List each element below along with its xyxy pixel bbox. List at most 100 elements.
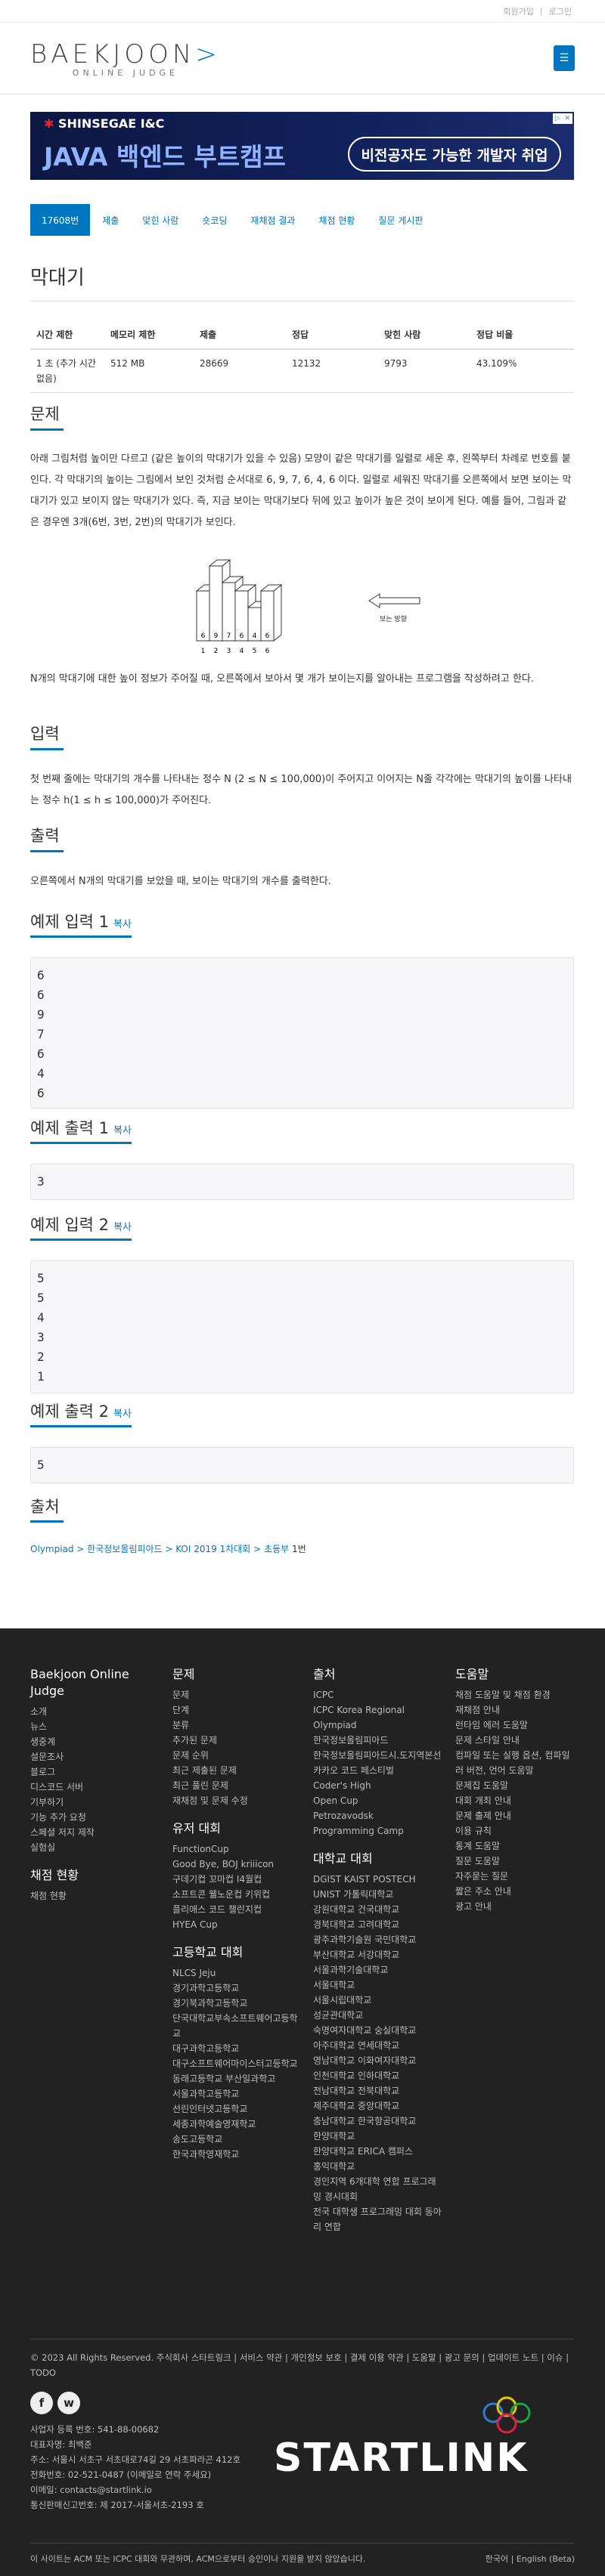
ad-close[interactable]: ▷ ✕	[553, 113, 572, 124]
footer-link[interactable]: 설문조사	[30, 1749, 159, 1764]
footer-link[interactable]: Coder's High	[313, 1778, 442, 1793]
footer-link[interactable]: 대회 개최 안내	[455, 1793, 576, 1808]
footer-link[interactable]: HYEA Cup	[172, 1917, 301, 1932]
footer-link[interactable]: 플리애스 코드 챌린지컵	[172, 1902, 301, 1917]
footer-link[interactable]: Open Cup	[313, 1793, 442, 1808]
tab-problem[interactable]: 17608번	[30, 204, 91, 236]
footer-link[interactable]: 분류	[172, 1718, 301, 1733]
copy-button[interactable]: 복사	[113, 1409, 132, 1420]
footer-link[interactable]: NLCS Jeju	[172, 1965, 301, 1981]
tab-board[interactable]: 질문 게시판	[367, 204, 434, 236]
footer-link[interactable]: 재채점 안내	[455, 1702, 576, 1718]
footer-link[interactable]: 인천대학교 인하대학교	[313, 2068, 442, 2083]
footer-link[interactable]: 대구과학고등학교	[172, 2041, 301, 2056]
tab-rejudge[interactable]: 재채점 결과	[239, 204, 306, 236]
footer-link[interactable]: 동래고등학교 부산일과학고	[172, 2071, 301, 2086]
footer-link[interactable]: 한국정보올림피아드시.도지역본선	[313, 1748, 442, 1763]
footer-link[interactable]: 짧은 주소 안내	[455, 1884, 576, 1899]
footer-link[interactable]: 디스코드 서버	[30, 1780, 159, 1795]
footer-link[interactable]: 문제 출제 안내	[455, 1808, 576, 1823]
footer-link[interactable]: 제주대학교 중앙대학교	[313, 2098, 442, 2114]
footer-link[interactable]: 강원대학교 건국대학교	[313, 1902, 442, 1917]
footer-link[interactable]: 카카오 코드 페스티벌	[313, 1763, 442, 1778]
copy-button[interactable]: 복사	[113, 1222, 132, 1233]
wordpress-icon[interactable]: w	[57, 2392, 80, 2414]
footer-link[interactable]: Olympiad	[313, 1718, 442, 1733]
source-link[interactable]: Olympiad > 한국정보올림피아드 > KOI 2019 1차대회 > 초…	[30, 1544, 289, 1554]
footer-link[interactable]: 기부하기	[30, 1795, 159, 1810]
startlink-logo[interactable]: STARTLINK	[274, 2435, 575, 2481]
footer-link[interactable]: ICPC	[313, 1687, 442, 1702]
footer-link[interactable]: 소프트콘 웰노운컵 키위컵	[172, 1887, 301, 1902]
footer-link[interactable]: 생중계	[30, 1734, 159, 1749]
footer-link[interactable]: 세종과학예술영재학교	[172, 2117, 301, 2132]
tab-short-coding[interactable]: 숏코딩	[191, 204, 238, 236]
footer-link[interactable]: 재채점 및 문제 수정	[172, 1793, 301, 1808]
footer-link[interactable]: 단국대학교부속소프트웨어고등학교	[172, 2011, 301, 2041]
footer-link[interactable]: 질문 도움말	[455, 1854, 576, 1869]
footer-link[interactable]: 추가된 문제	[172, 1733, 301, 1748]
footer-link[interactable]: 최근 풀린 문제	[172, 1778, 301, 1793]
footer-link[interactable]: 경기북과학고등학교	[172, 1996, 301, 2011]
footer-link[interactable]: 뉴스	[30, 1719, 159, 1734]
facebook-icon[interactable]: f	[30, 2392, 53, 2414]
footer-link[interactable]: Good Bye, BOJ kriiicon	[172, 1857, 301, 1872]
footer-link[interactable]: 블로그	[30, 1764, 159, 1780]
footer-link[interactable]: 한양대학교 ERICA 캠퍼스	[313, 2144, 442, 2159]
footer-link[interactable]: 자주묻는 질문	[455, 1869, 576, 1884]
footer-link[interactable]: 스페셜 저지 제작	[30, 1825, 159, 1840]
ad-banner[interactable]: ✱ SHINSEGAE I&C JAVA 백엔드 부트캠프 비전공자도 가능한 …	[30, 112, 574, 180]
footer-link[interactable]: Petrozavodsk	[313, 1808, 442, 1823]
login-link[interactable]: 로그인	[549, 5, 572, 17]
footer-link[interactable]: UNIST 가톨릭대학교	[313, 1887, 442, 1902]
footer-link[interactable]: 서울대학교	[313, 1978, 442, 1993]
footer-link[interactable]: 이용 규칙	[455, 1823, 576, 1838]
copy-button[interactable]: 복사	[113, 1125, 132, 1136]
footer-link[interactable]: FunctionCup	[172, 1842, 301, 1857]
signup-link[interactable]: 회원가입	[503, 5, 533, 17]
menu-button[interactable]: ☰	[554, 45, 575, 71]
footer-link[interactable]: 전남대학교 전북대학교	[313, 2083, 442, 2098]
footer-link[interactable]: DGIST KAIST POSTECH	[313, 1872, 442, 1887]
footer-link[interactable]: 소개	[30, 1704, 159, 1719]
footer-link[interactable]: 경북대학교 고려대학교	[313, 1917, 442, 1932]
footer-link[interactable]: ICPC Korea Regional	[313, 1702, 442, 1718]
footer-link[interactable]: 한양대학교	[313, 2129, 442, 2144]
footer-link[interactable]: 광고 안내	[455, 1899, 576, 1914]
footer-link[interactable]: 최근 제출된 문제	[172, 1763, 301, 1778]
tab-solved-users[interactable]: 맞힌 사람	[131, 204, 190, 236]
footer-link[interactable]: 문제 순위	[172, 1748, 301, 1763]
footer-link[interactable]: 문제집 도움말	[455, 1778, 576, 1793]
footer-link[interactable]: 채점 현황	[30, 1888, 159, 1903]
footer-link[interactable]: 통계 도움말	[455, 1838, 576, 1854]
language-switch[interactable]: 한국어 | English (Beta)	[486, 2552, 575, 2567]
footer-link[interactable]: 영남대학교 이화여자대학교	[313, 2053, 442, 2068]
footer-link[interactable]: 경인지역 6개대학 연합 프로그래밍 경시대회	[313, 2174, 442, 2204]
footer-link[interactable]: 서울과학기술대학교	[313, 1962, 442, 1978]
footer-link[interactable]: 부산대학교 서강대학교	[313, 1947, 442, 1962]
footer-link[interactable]: 문제 스타일 안내	[455, 1733, 576, 1748]
footer-link[interactable]: 서울과학고등학교	[172, 2086, 301, 2101]
footer-link[interactable]: 송도고등학교	[172, 2132, 301, 2147]
footer-link[interactable]: 채점 도움말 및 채점 환경	[455, 1687, 576, 1702]
footer-link[interactable]: 문제	[172, 1687, 301, 1702]
footer-link[interactable]: 선린인터넷고등학교	[172, 2101, 301, 2117]
copy-button[interactable]: 복사	[113, 919, 132, 930]
footer-link[interactable]: 한국과학영재학교	[172, 2147, 301, 2162]
footer-link[interactable]: 충남대학교 한국항공대학교	[313, 2114, 442, 2129]
site-logo[interactable]: BAEKJOON> ONLINE JUDGE	[30, 39, 221, 78]
footer-link[interactable]: 한국정보올림피아드	[313, 1733, 442, 1748]
footer-link[interactable]: 숙명여자대학교 숭실대학교	[313, 2023, 442, 2038]
footer-link[interactable]: 구데기컵 꼬마컵 I4월컵	[172, 1872, 301, 1887]
footer-link[interactable]: 기능 추가 요청	[30, 1810, 159, 1825]
footer-link[interactable]: 경기과학고등학교	[172, 1981, 301, 1996]
footer-link[interactable]: 컴파일 또는 실행 옵션, 컴파일러 버전, 언어 도움말	[455, 1748, 576, 1778]
footer-link[interactable]: 성균관대학교	[313, 2008, 442, 2023]
footer-link[interactable]: 서울시립대학교	[313, 1993, 442, 2008]
footer-link[interactable]: 단계	[172, 1702, 301, 1718]
tab-submit[interactable]: 제출	[91, 204, 130, 236]
footer-link[interactable]: 런타임 에러 도움말	[455, 1718, 576, 1733]
tab-status[interactable]: 채점 현황	[307, 204, 366, 236]
footer-link[interactable]: 홍익대학교	[313, 2159, 442, 2174]
footer-link[interactable]: Programming Camp	[313, 1823, 442, 1838]
